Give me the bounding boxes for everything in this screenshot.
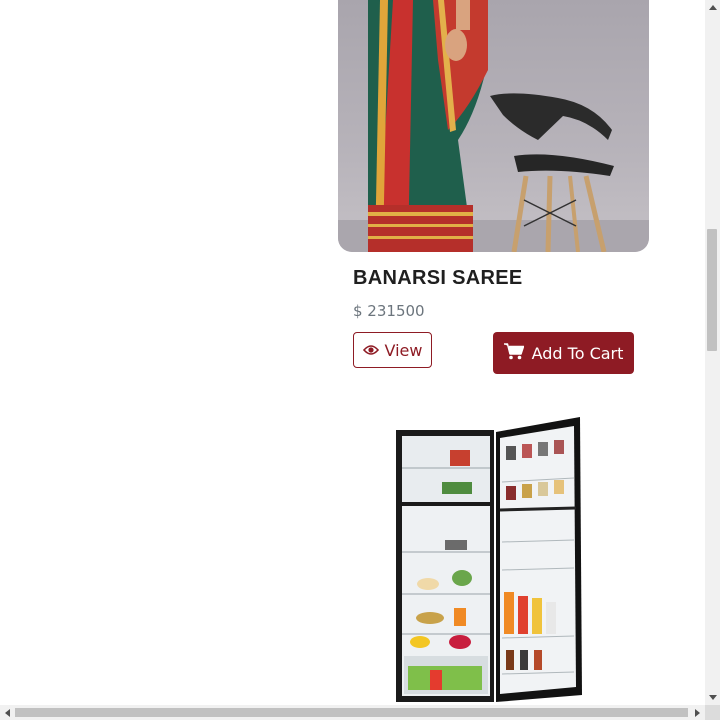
scroll-down-arrow-icon[interactable] xyxy=(705,690,720,705)
shopping-cart-icon xyxy=(503,342,524,364)
eye-icon xyxy=(362,341,379,360)
product-card: BANARSI SAREE $ 231500 View Add To Cart xyxy=(338,0,649,400)
product-image-refrigerator[interactable] xyxy=(390,412,595,705)
product-price: $ 231500 xyxy=(353,302,425,320)
saree-photo xyxy=(338,0,649,252)
product-image-saree[interactable] xyxy=(338,0,649,252)
scroll-right-arrow-icon[interactable] xyxy=(690,705,705,720)
vertical-scrollbar-thumb[interactable] xyxy=(707,229,717,351)
add-to-cart-label: Add To Cart xyxy=(531,343,624,363)
page: BANARSI SAREE $ 231500 View Add To Cart xyxy=(0,0,705,705)
product-title: BANARSI SAREE xyxy=(353,267,523,289)
product-card xyxy=(338,400,649,705)
view-button-label: View xyxy=(384,340,423,360)
horizontal-scrollbar[interactable] xyxy=(0,705,705,720)
scroll-left-arrow-icon[interactable] xyxy=(0,705,15,720)
horizontal-scrollbar-thumb[interactable] xyxy=(15,708,688,717)
scrollbar-corner xyxy=(705,705,720,720)
view-button[interactable]: View xyxy=(353,332,432,368)
refrigerator-photo xyxy=(396,417,582,702)
vertical-scrollbar[interactable] xyxy=(705,0,720,705)
scroll-up-arrow-icon[interactable] xyxy=(705,0,720,15)
add-to-cart-button[interactable]: Add To Cart xyxy=(493,332,634,374)
